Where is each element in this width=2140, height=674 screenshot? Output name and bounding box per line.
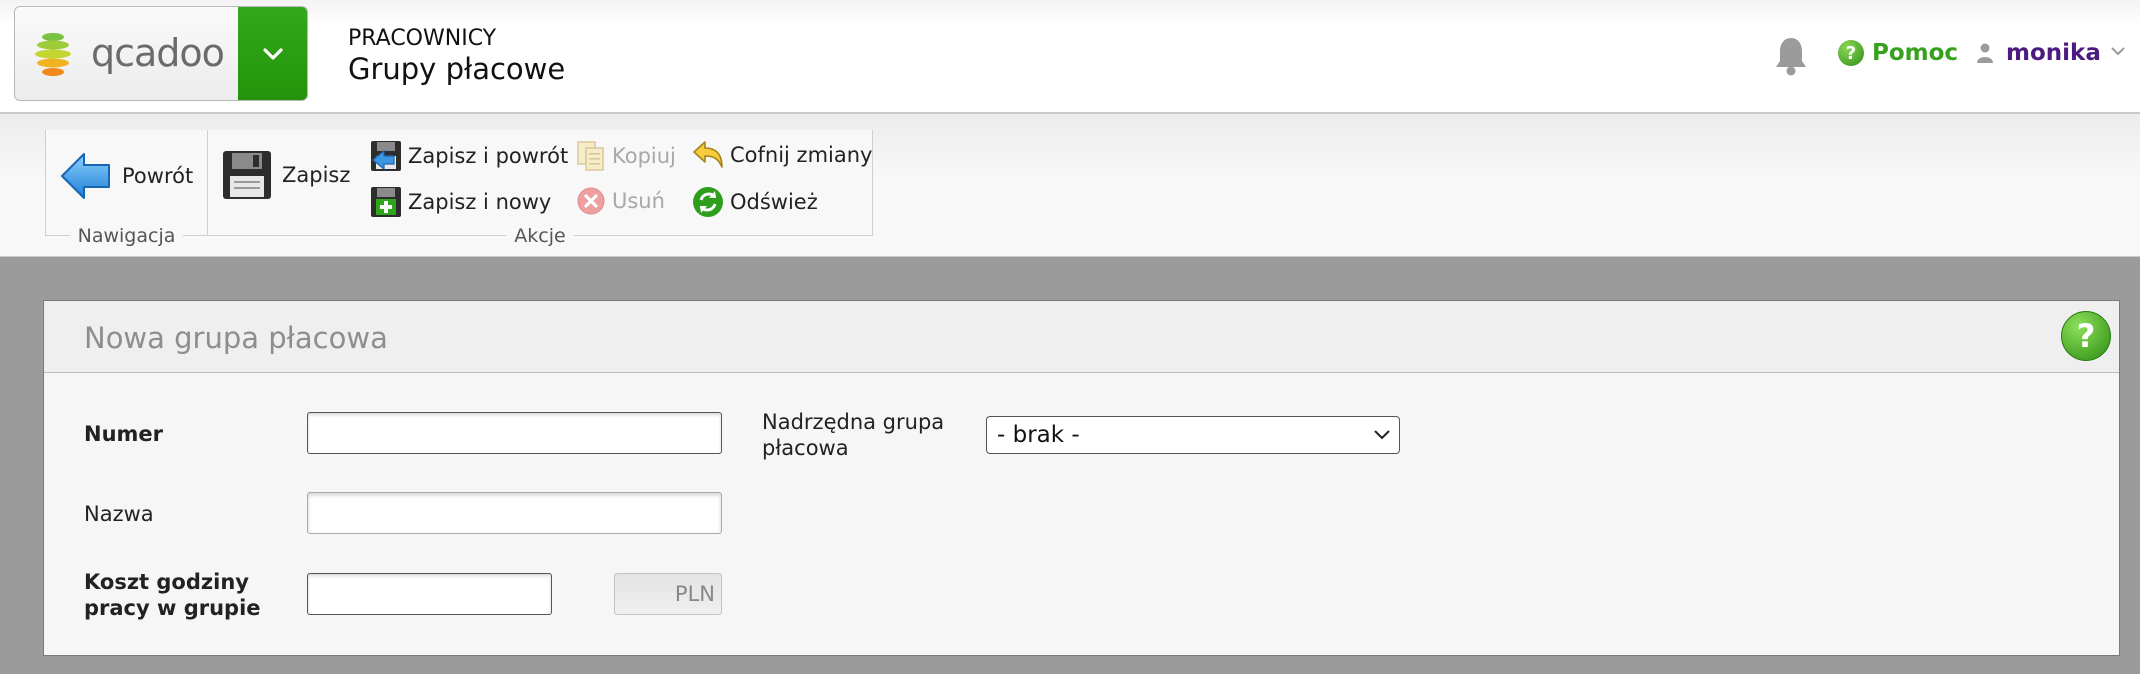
number-input[interactable]	[307, 412, 722, 454]
parent-group-select[interactable]: - brak -	[986, 416, 1400, 454]
parent-group-label: Nadrzędna grupa płacowa	[762, 409, 944, 461]
notifications-bell-icon[interactable]	[1774, 36, 1808, 76]
delete-icon	[577, 187, 605, 215]
save-and-new-icon	[371, 187, 401, 217]
refresh-icon	[693, 187, 723, 217]
save-and-back-button[interactable]: Zapisz i powrót	[370, 140, 568, 172]
number-label: Numer	[84, 422, 164, 446]
help-icon: ?	[1838, 40, 1864, 66]
parent-group-label-line1: Nadrzędna grupa	[762, 410, 945, 434]
logo-text: qcadoo	[91, 31, 225, 75]
user-name: monika	[2006, 40, 2101, 66]
back-button[interactable]: Powrót	[60, 150, 193, 202]
form-panel-header: Nowa grupa płacowa ?	[44, 301, 2119, 373]
currency-field: PLN	[614, 573, 722, 615]
refresh-button[interactable]: Odśwież	[692, 186, 818, 218]
name-label: Nazwa	[84, 502, 154, 526]
help-label: Pomoc	[1872, 40, 1959, 66]
hourly-cost-label-line1: Koszt godziny	[84, 570, 249, 594]
form-help-icon[interactable]: ?	[2061, 311, 2111, 361]
undo-changes-button[interactable]: Cofnij zmiany	[692, 140, 872, 170]
form-panel: Nowa grupa płacowa ? Numer Nazwa Koszt g…	[43, 300, 2120, 656]
floppy-disk-icon	[223, 151, 271, 199]
parent-group-selected: - brak -	[997, 422, 1080, 448]
save-and-back-icon	[371, 141, 401, 171]
user-icon	[1977, 43, 1993, 63]
qcadoo-logo-icon	[35, 33, 71, 76]
chevron-down-icon	[263, 47, 283, 60]
save-and-new-button[interactable]: Zapisz i nowy	[370, 186, 551, 218]
copy-button[interactable]: Kopiuj	[576, 140, 676, 172]
hourly-cost-label-line2: pracy w grupie	[84, 596, 261, 620]
hourly-cost-label: Koszt godziny pracy w grupie	[84, 569, 261, 621]
chevron-down-icon	[1374, 430, 1390, 440]
delete-button[interactable]: Usuń	[576, 186, 665, 216]
undo-changes-label: Cofnij zmiany	[730, 143, 873, 167]
parent-group-label-line2: płacowa	[762, 436, 849, 460]
top-header: qcadoo PRACOWNICY Grupy płacowe ? Pomoc …	[0, 0, 2140, 114]
form-title: Nowa grupa płacowa	[84, 321, 388, 355]
user-menu-chevron-icon[interactable]	[2110, 46, 2126, 56]
actions-group-label: Akcje	[506, 225, 574, 247]
help-link[interactable]: ? Pomoc	[1838, 40, 1958, 66]
back-label: Powrót	[122, 164, 194, 188]
main-menu-dropdown-button[interactable]	[238, 7, 307, 100]
name-input[interactable]	[307, 492, 722, 534]
copy-icon	[577, 141, 604, 171]
save-button[interactable]: Zapisz	[222, 150, 350, 200]
navigation-group-label: Nawigacja	[69, 225, 184, 247]
save-and-back-label: Zapisz i powrót	[408, 144, 569, 168]
save-and-new-label: Zapisz i nowy	[408, 190, 552, 214]
refresh-label: Odśwież	[730, 190, 818, 214]
delete-label: Usuń	[612, 189, 665, 213]
logo-menu[interactable]: qcadoo	[14, 6, 308, 101]
hourly-cost-input[interactable]	[307, 573, 552, 615]
back-arrow-icon	[61, 153, 110, 199]
user-menu[interactable]: monika	[1976, 40, 2101, 66]
save-label: Zapisz	[282, 163, 351, 187]
undo-arrow-icon	[693, 141, 723, 168]
copy-label: Kopiuj	[612, 144, 676, 168]
page-section: PRACOWNICY	[348, 26, 497, 51]
page-title: Grupy płacowe	[348, 52, 566, 86]
